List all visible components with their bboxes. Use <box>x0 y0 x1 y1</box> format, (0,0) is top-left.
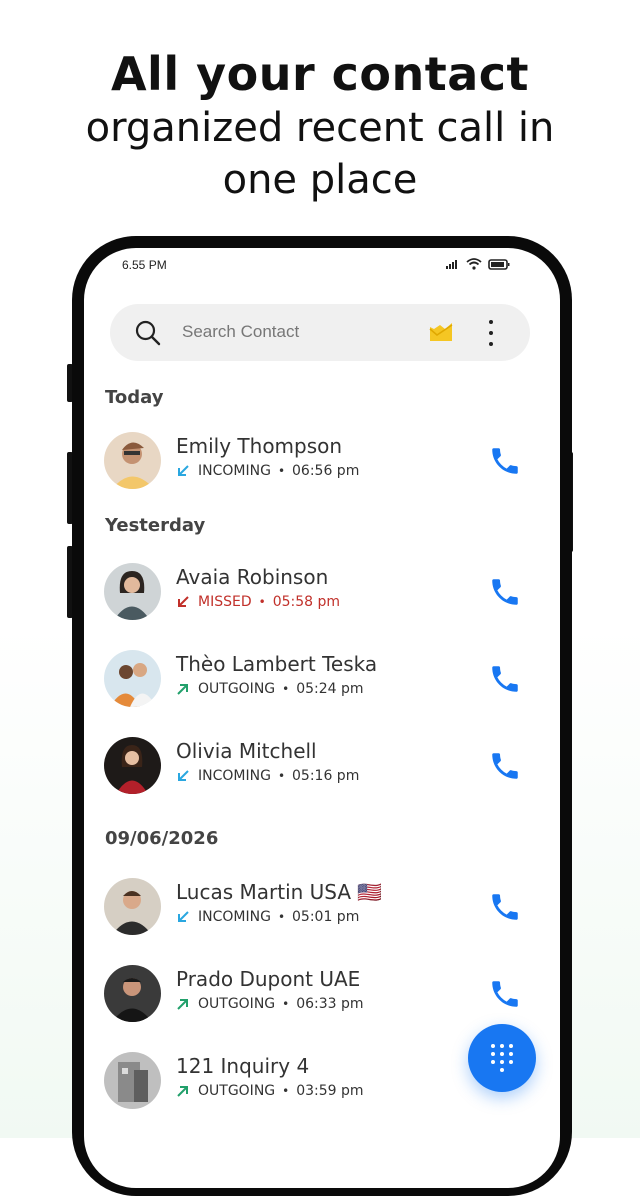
contact-name: Lucas Martin USA 🇺🇸 <box>176 880 383 904</box>
status-icons <box>446 258 510 270</box>
battery-icon <box>488 258 510 270</box>
phone-call-icon[interactable] <box>488 575 522 609</box>
avatar <box>104 878 161 935</box>
call-type: OUTGOING <box>198 1083 276 1099</box>
incoming-arrow-icon <box>178 770 189 781</box>
phone-call-icon[interactable] <box>488 662 522 696</box>
call-meta: OUTGOING • 06:33 pm <box>176 996 364 1012</box>
status-time: 6.55 PM <box>122 258 167 272</box>
avatar <box>104 650 161 707</box>
call-type: MISSED <box>198 594 252 610</box>
search-input[interactable]: Search Contact <box>182 322 299 342</box>
dialpad-fab[interactable] <box>468 1024 536 1092</box>
folder-icon[interactable] <box>428 321 454 343</box>
call-meta: OUTGOING • 05:24 pm <box>176 681 364 697</box>
marketing-headline: All your contact organized recent call i… <box>0 46 640 206</box>
contact-name: Thèo Lambert Teska <box>176 652 378 676</box>
call-time: 06:33 pm <box>296 996 364 1012</box>
call-time: 05:01 pm <box>292 909 360 925</box>
call-log-item[interactable]: Thèo Lambert Teska OUTGOING • 05:24 pm <box>104 648 534 708</box>
avatar <box>104 563 161 620</box>
call-time: 05:16 pm <box>292 768 360 784</box>
headline-line1: All your contact <box>110 47 530 101</box>
call-type: OUTGOING <box>198 681 276 697</box>
call-log-item[interactable]: Prado Dupont UAE OUTGOING • 06:33 pm <box>104 963 534 1023</box>
call-time: 05:58 pm <box>272 594 341 610</box>
call-log-item[interactable]: Olivia Mitchell INCOMING • 05:16 pm <box>104 735 534 795</box>
dialpad-icon <box>491 1044 513 1072</box>
call-log-item[interactable]: Lucas Martin USA 🇺🇸 INCOMING • 05:01 pm <box>104 876 534 936</box>
contact-name: Emily Thompson <box>176 434 343 458</box>
signal-icon <box>446 260 457 269</box>
call-meta: OUTGOING • 03:59 pm <box>176 1083 364 1099</box>
section-header: 09/06/2026 <box>105 828 219 849</box>
avatar <box>104 1052 161 1109</box>
wifi-icon <box>466 258 482 270</box>
avatar <box>104 432 161 489</box>
avatar <box>104 737 161 794</box>
call-meta: INCOMING • 06:56 pm <box>176 463 359 479</box>
call-log-item[interactable]: Emily Thompson INCOMING • 06:56 pm <box>104 430 534 490</box>
outgoing-arrow-icon <box>177 999 188 1010</box>
outgoing-arrow-icon <box>177 684 188 695</box>
search-icon[interactable] <box>134 319 162 347</box>
section-header: Today <box>105 387 164 408</box>
headline-line2: organized recent call in <box>85 105 555 151</box>
avatar <box>104 965 161 1022</box>
contact-name: Prado Dupont UAE <box>176 967 361 991</box>
call-meta: INCOMING • 05:16 pm <box>176 768 359 784</box>
contact-name: 121 Inquiry 4 <box>176 1054 310 1078</box>
section-header: Yesterday <box>105 515 206 536</box>
headline-line3: one place <box>222 157 418 203</box>
call-time: 06:56 pm <box>292 463 360 479</box>
call-log-item[interactable]: Avaia Robinson MISSED • 05:58 pm <box>104 561 534 621</box>
missed-arrow-icon <box>178 596 189 607</box>
search-bar[interactable]: Search Contact <box>110 304 530 361</box>
phone-call-icon[interactable] <box>488 890 522 924</box>
call-meta: MISSED • 05:58 pm <box>176 594 340 610</box>
more-vert-icon[interactable] <box>486 320 496 346</box>
call-type: INCOMING <box>198 768 271 784</box>
phone-call-icon[interactable] <box>488 749 522 783</box>
phone-call-icon[interactable] <box>488 444 522 478</box>
phone-call-icon[interactable] <box>488 977 522 1011</box>
call-type: OUTGOING <box>198 996 276 1012</box>
call-type: INCOMING <box>198 463 271 479</box>
incoming-arrow-icon <box>178 911 189 922</box>
call-time: 03:59 pm <box>296 1083 364 1099</box>
call-meta: INCOMING • 05:01 pm <box>176 909 359 925</box>
call-time: 05:24 pm <box>296 681 364 697</box>
contact-name: Avaia Robinson <box>176 565 329 589</box>
contact-name: Olivia Mitchell <box>176 739 317 763</box>
call-type: INCOMING <box>198 909 271 925</box>
outgoing-arrow-icon <box>177 1086 188 1097</box>
incoming-arrow-icon <box>178 465 189 476</box>
